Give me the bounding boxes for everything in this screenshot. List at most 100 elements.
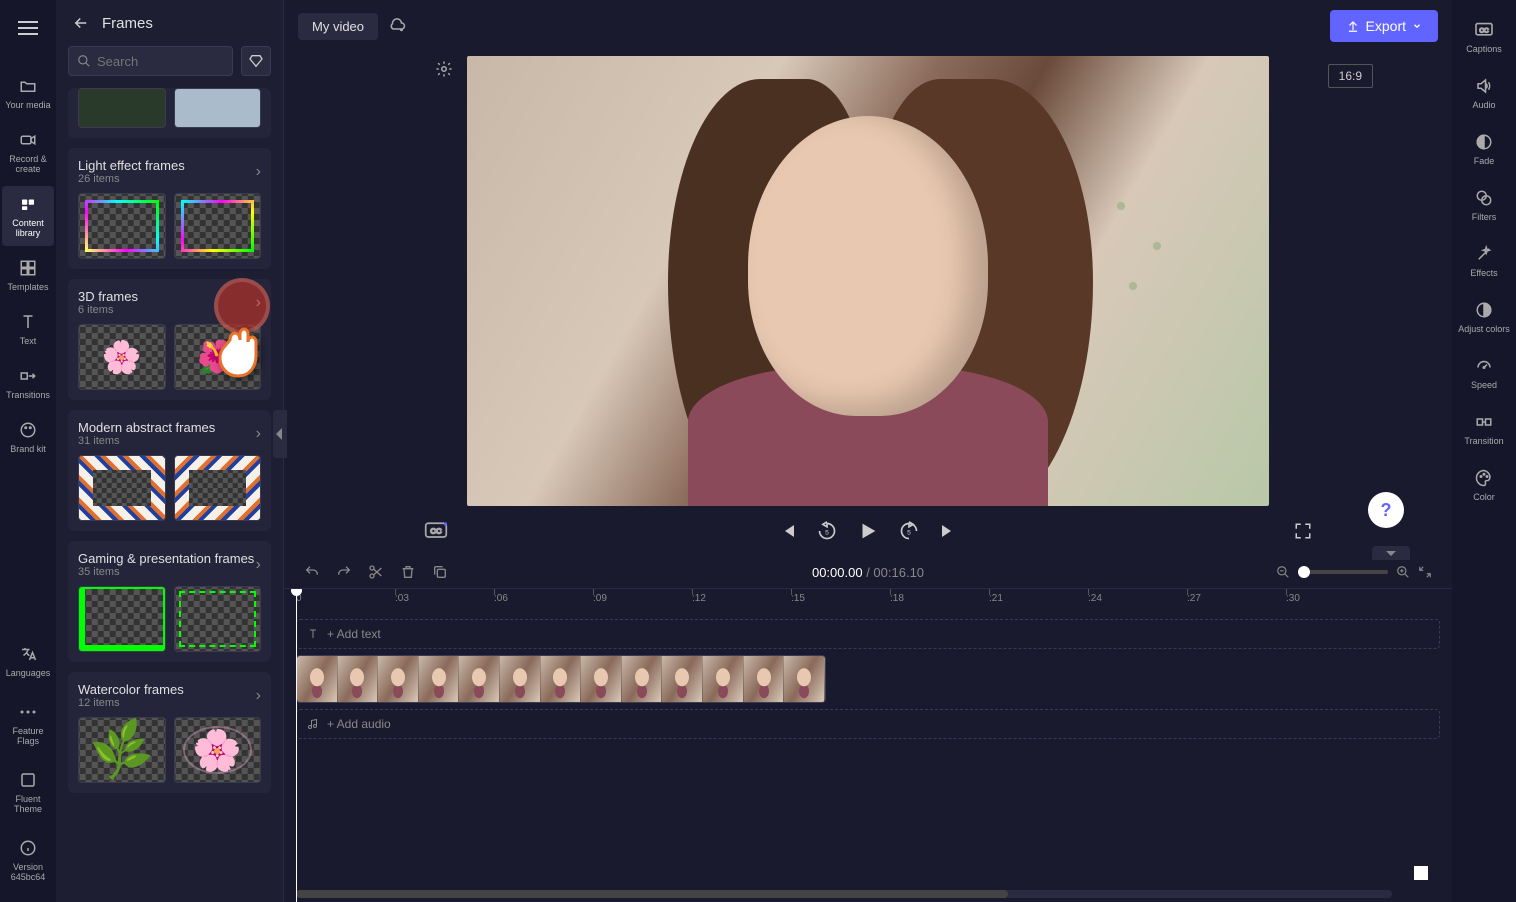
frame-thumbnail[interactable] xyxy=(78,88,166,128)
frame-thumbnail[interactable] xyxy=(78,324,166,390)
undo-button[interactable] xyxy=(304,564,320,580)
right-label: Audio xyxy=(1472,100,1495,110)
nav-languages[interactable]: Languages xyxy=(2,636,54,686)
zoom-out-button[interactable] xyxy=(1276,565,1290,579)
right-effects[interactable]: Effects xyxy=(1454,236,1514,286)
help-button[interactable]: ? xyxy=(1368,492,1404,528)
right-label: Effects xyxy=(1470,268,1497,278)
playback-controls: CC 5 5 ? xyxy=(284,506,1452,556)
right-speed[interactable]: Speed xyxy=(1454,348,1514,398)
right-label: Fade xyxy=(1474,156,1495,166)
cloud-sync-icon[interactable] xyxy=(388,17,406,35)
frame-thumbnail[interactable] xyxy=(174,88,262,128)
captions-toggle-button[interactable]: CC xyxy=(424,521,448,541)
category-header[interactable]: Watercolor frames 12 items › xyxy=(78,682,261,709)
redo-button[interactable] xyxy=(336,564,352,580)
frame-thumbnail[interactable] xyxy=(78,717,166,783)
right-color[interactable]: Color xyxy=(1454,460,1514,510)
nav-label: Languages xyxy=(6,668,51,678)
add-audio-label: + Add audio xyxy=(327,717,391,731)
right-filters[interactable]: Filters xyxy=(1454,180,1514,230)
menu-button[interactable] xyxy=(12,12,44,44)
category-header[interactable]: Gaming & presentation frames 35 items › xyxy=(78,551,261,578)
category-header[interactable]: Modern abstract frames 31 items › xyxy=(78,420,261,447)
nav-templates[interactable]: Templates xyxy=(2,250,54,300)
zoom-slider[interactable] xyxy=(1298,570,1388,574)
export-button[interactable]: Export xyxy=(1330,10,1438,42)
right-transition[interactable]: Transition xyxy=(1454,404,1514,454)
nav-text[interactable]: Text xyxy=(2,304,54,354)
play-button[interactable] xyxy=(857,520,879,542)
collapse-panel-button[interactable] xyxy=(273,410,287,458)
project-name[interactable]: My video xyxy=(298,13,378,40)
zoom-in-button[interactable] xyxy=(1396,565,1410,579)
svg-text:CC: CC xyxy=(430,527,442,536)
chevron-down-icon xyxy=(1412,21,1422,31)
skip-start-button[interactable] xyxy=(779,522,797,540)
right-fade[interactable]: Fade xyxy=(1454,124,1514,174)
ruler-tick: :18 xyxy=(890,593,904,604)
frame-thumbnail[interactable] xyxy=(174,324,262,390)
aspect-ratio-button[interactable]: 16:9 xyxy=(1328,64,1373,88)
right-captions[interactable]: CC Captions xyxy=(1454,12,1514,62)
playhead[interactable] xyxy=(296,589,297,902)
nav-version[interactable]: Version 645bc64 xyxy=(2,830,54,890)
back-button[interactable] xyxy=(72,14,90,32)
ruler-tick: :06 xyxy=(494,593,508,604)
left-nav-rail: Your media Record & create Content libra… xyxy=(0,0,56,902)
frame-thumbnail[interactable] xyxy=(174,586,262,652)
svg-text:5: 5 xyxy=(907,529,911,536)
category-count: 12 items xyxy=(78,697,184,709)
category-header[interactable]: 3D frames 6 items › xyxy=(78,289,261,316)
duplicate-button[interactable] xyxy=(432,564,448,580)
timeline-scrollbar[interactable] xyxy=(296,890,1392,898)
delete-button[interactable] xyxy=(400,564,416,580)
svg-text:CC: CC xyxy=(1479,27,1489,34)
nav-fluent-theme[interactable]: Fluent Theme xyxy=(2,762,54,822)
search-input[interactable] xyxy=(97,54,224,69)
skip-end-button[interactable] xyxy=(939,522,957,540)
category-title: Light effect frames xyxy=(78,158,185,173)
clip-thumbnail xyxy=(297,656,338,702)
nav-feature-flags[interactable]: Feature Flags xyxy=(2,694,54,754)
frame-thumbnail[interactable] xyxy=(174,717,262,783)
frame-thumbnail[interactable] xyxy=(78,455,166,521)
forward-5-button[interactable]: 5 xyxy=(899,521,919,541)
transition-icon xyxy=(1474,412,1494,432)
frame-thumbnail[interactable] xyxy=(78,193,166,259)
preview-settings-button[interactable] xyxy=(435,60,453,78)
frame-thumbnail[interactable] xyxy=(78,586,166,652)
text-track[interactable]: + Add text xyxy=(296,619,1440,649)
timeline: 0:03:06:09:12:15:18:21:24:27:30 + Add te… xyxy=(284,588,1452,902)
nav-record-create[interactable]: Record & create xyxy=(2,122,54,182)
fullscreen-button[interactable] xyxy=(1294,522,1312,540)
theme-icon xyxy=(18,770,38,790)
nav-label: Content library xyxy=(2,218,54,238)
category-header[interactable]: Light effect frames 26 items › xyxy=(78,158,261,185)
nav-label: Fluent Theme xyxy=(2,794,54,814)
nav-brand-kit[interactable]: Brand kit xyxy=(2,412,54,462)
video-clip[interactable] xyxy=(296,655,826,703)
total-duration: 00:16.10 xyxy=(873,565,924,580)
split-button[interactable] xyxy=(368,564,384,580)
nav-transitions[interactable]: Transitions xyxy=(2,358,54,408)
right-audio[interactable]: Audio xyxy=(1454,68,1514,118)
right-label: Transition xyxy=(1464,436,1503,446)
nav-your-media[interactable]: Your media xyxy=(2,68,54,118)
search-box[interactable] xyxy=(68,46,233,76)
frame-thumbnail[interactable] xyxy=(174,193,262,259)
gauge-icon xyxy=(1474,356,1494,376)
rewind-5-button[interactable]: 5 xyxy=(817,521,837,541)
right-label: Adjust colors xyxy=(1458,324,1510,334)
frame-thumbnail[interactable] xyxy=(174,455,262,521)
right-adjust-colors[interactable]: Adjust colors xyxy=(1454,292,1514,342)
speaker-icon xyxy=(1474,76,1494,96)
premium-button[interactable] xyxy=(241,46,271,76)
nav-content-library[interactable]: Content library xyxy=(2,186,54,246)
fit-timeline-button[interactable] xyxy=(1418,565,1432,579)
clip-thumbnail xyxy=(378,656,419,702)
audio-track[interactable]: + Add audio xyxy=(296,709,1440,739)
video-preview[interactable] xyxy=(467,56,1269,506)
chevron-right-icon: › xyxy=(256,163,261,181)
timeline-ruler[interactable]: 0:03:06:09:12:15:18:21:24:27:30 xyxy=(284,589,1452,613)
